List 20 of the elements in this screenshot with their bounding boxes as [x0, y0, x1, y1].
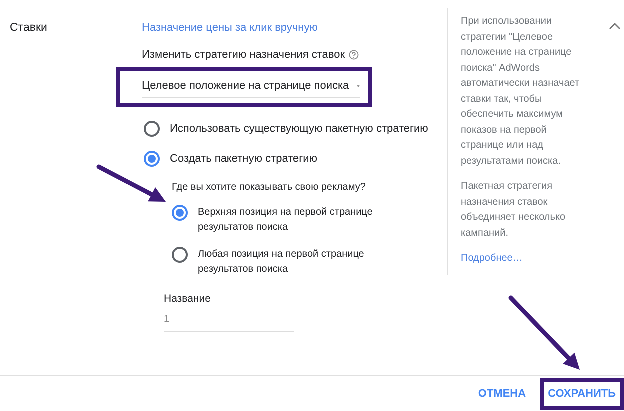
save-button[interactable]: СОХРАНИТЬ [544, 382, 620, 406]
help-text: При использовании стратегии "Целевое положение на странице поиска" AdWords автоматически назначает ставки так, чтобы обеспечить максимум показов на первой странице или над результатами поиска. [461, 15, 581, 168]
radio-button[interactable] [172, 247, 188, 263]
help-icon[interactable] [349, 50, 360, 60]
option-label: Верхняя позиция на первой странице результатов поиска [198, 206, 374, 235]
option-label: Использовать существующую пакетную стратегию [170, 122, 428, 137]
help-text: Пакетная стратегия назначения ставок объединяет несколько кампаний. [461, 180, 567, 240]
option-label: Создать пакетную стратегию [170, 152, 318, 167]
section-label: Ставки [9, 21, 48, 36]
more-link[interactable]: Подробнее… [461, 251, 589, 266]
radio-button[interactable] [144, 151, 160, 167]
chevron-icon[interactable] [609, 22, 621, 30]
strategy-dropdown[interactable]: Целевое положение на странице поиска [142, 76, 360, 98]
bidding-link[interactable]: Назначение цены за клик вручную [142, 22, 318, 34]
option-label: Любая позиция на первой странице результатов поиска [198, 248, 366, 277]
radio-button[interactable] [144, 121, 160, 137]
radio-button[interactable] [172, 205, 188, 221]
field-label: Название [164, 293, 212, 305]
field-label: Изменить стратегию назначения ставок [142, 49, 346, 61]
question-text: Где вы хотите показывать свою рекламу? [172, 182, 367, 193]
